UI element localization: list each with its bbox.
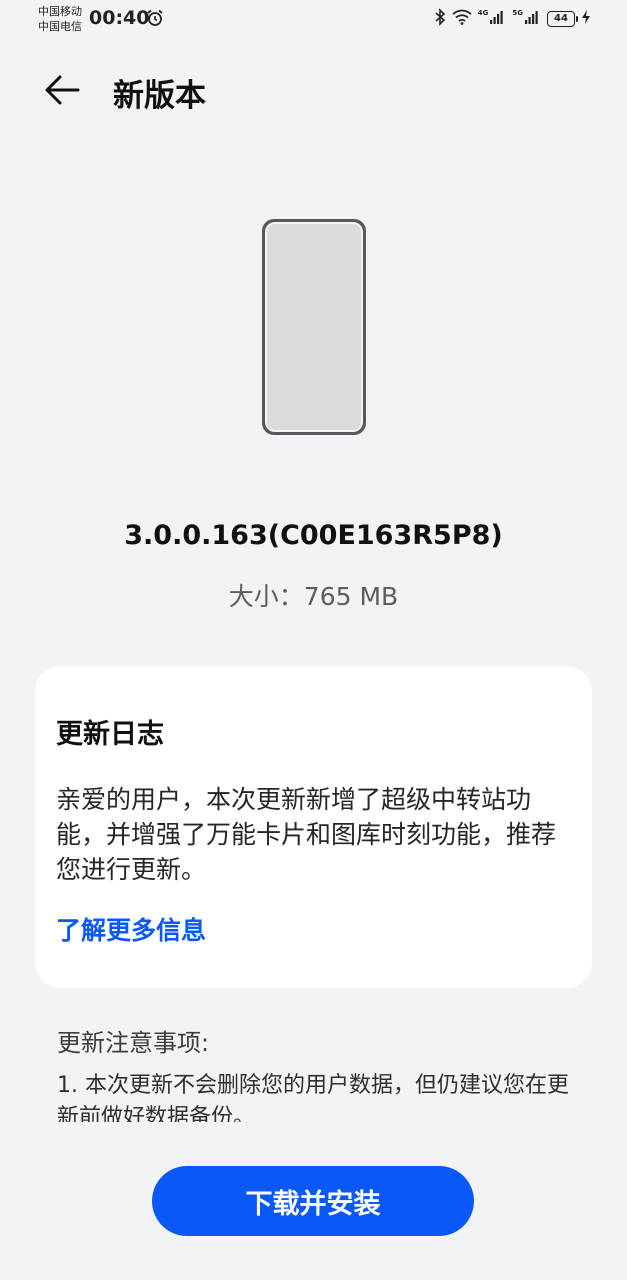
changelog-title: 更新日志 — [56, 719, 164, 750]
carrier-2: 中国电信 — [38, 20, 82, 33]
page-title: 新版本 — [113, 78, 206, 114]
bluetooth-icon — [434, 8, 446, 30]
app-bar: 新版本 — [0, 54, 627, 126]
update-note-item: 1. 本次更新不会删除您的用户数据，但仍建议您在更新前做好数据备份。 — [57, 1073, 569, 1122]
changelog-card: 更新日志 亲爱的用户，本次更新新增了超级中转站功能，并增强了万能卡片和图库时刻功… — [35, 666, 592, 988]
carrier-1: 中国移动 — [38, 5, 82, 18]
version-number: 3.0.0.163(C00E163R5P8) — [124, 520, 503, 551]
alarm-icon — [146, 9, 164, 31]
charging-icon — [581, 9, 591, 29]
changelog-body: 亲爱的用户，本次更新新增了超级中转站功能，并增强了万能卡片和图库时刻功能，推荐您… — [56, 785, 557, 884]
back-button[interactable] — [40, 68, 86, 112]
carrier-info: 中国移动 中国电信 — [38, 4, 82, 34]
phone-illustration — [260, 217, 368, 443]
battery-icon: 44 — [547, 11, 578, 27]
wifi-icon — [452, 9, 472, 29]
network-type-1: 4G — [477, 9, 489, 17]
arrow-left-icon — [40, 75, 86, 116]
signal-icon — [525, 9, 541, 29]
learn-more-link[interactable]: 了解更多信息 — [56, 911, 206, 947]
download-install-button[interactable]: 下载并安装 — [152, 1166, 474, 1236]
update-notes-title: 更新注意事项: — [57, 1029, 210, 1057]
signal-icon — [490, 9, 506, 29]
update-notes-list[interactable]: 1. 本次更新不会删除您的用户数据，但仍建议您在更新前做好数据备份。 — [57, 1070, 577, 1122]
update-size: 大小：765 MB — [228, 582, 399, 611]
status-bar: 中国移动 中国电信 00:40 4G 5G 44 — [0, 0, 627, 40]
status-time: 00:40 — [89, 7, 150, 29]
network-type-2: 5G — [512, 9, 523, 17]
